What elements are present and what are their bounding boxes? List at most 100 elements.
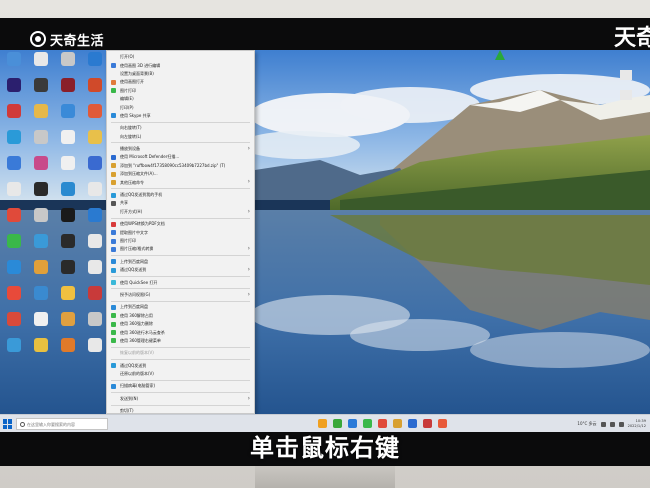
desktop-icon[interactable] — [27, 312, 54, 338]
context-menu-item[interactable]: 打印(P) — [107, 103, 254, 111]
desktop-icon[interactable] — [54, 104, 81, 130]
context-menu-item[interactable]: 打开方式(H) › — [107, 208, 254, 216]
context-menu-item[interactable]: 使用画图打开 — [107, 78, 254, 86]
desktop-icon[interactable] — [0, 286, 27, 312]
desktop-icon[interactable] — [0, 312, 27, 338]
taskbar-app-icon[interactable] — [408, 419, 417, 428]
context-menu-item[interactable]: 通过QQ发送到我的手机 — [107, 191, 254, 199]
weather-text[interactable]: 10°C 多云 — [577, 421, 596, 427]
context-menu-item[interactable]: 使用 360管理右键菜单 — [107, 337, 254, 345]
desktop-icon[interactable] — [81, 338, 108, 364]
taskbar-app-icon[interactable] — [318, 419, 327, 428]
context-menu-item[interactable]: 设置为桌面背景(B) — [107, 70, 254, 78]
taskbar-app-icon[interactable] — [423, 419, 432, 428]
desktop-icon[interactable] — [27, 234, 54, 260]
context-menu-item[interactable]: 通过QQ发送到 › — [107, 266, 254, 274]
context-menu-item[interactable]: 添加到压缩文件(A)... — [107, 170, 254, 178]
context-menu-item[interactable]: 编辑(E) — [107, 95, 254, 103]
brand-logo: 天奇生活 — [30, 29, 104, 49]
taskbar-app-icon[interactable] — [348, 419, 357, 428]
desktop-icon[interactable] — [27, 208, 54, 234]
desktop-icon[interactable] — [81, 260, 108, 286]
desktop-icon[interactable] — [81, 104, 108, 130]
desktop-icon[interactable] — [0, 338, 27, 364]
desktop-icon[interactable] — [0, 234, 27, 260]
context-menu-item[interactable]: 使用画图 3D 进行编辑 — [107, 61, 254, 69]
taskbar-app-icon[interactable] — [363, 419, 372, 428]
context-menu-item[interactable]: 图片压缩/格式转换 › — [107, 245, 254, 253]
desktop-icon[interactable] — [81, 312, 108, 338]
desktop-icon[interactable] — [81, 182, 108, 208]
context-menu-item[interactable]: 使用 Microsoft Defender扫描... — [107, 153, 254, 161]
taskbar-app-icon[interactable] — [378, 419, 387, 428]
desktop-icon[interactable] — [54, 286, 81, 312]
input-method-icon[interactable] — [618, 421, 624, 427]
desktop-icon[interactable] — [81, 234, 108, 260]
desktop-icon[interactable] — [27, 104, 54, 130]
context-menu-item[interactable]: 使用WPS转换为PDF文档 — [107, 220, 254, 228]
context-menu-item[interactable]: 提取图片中文字 — [107, 228, 254, 236]
context-menu-item[interactable]: 发送到(N) › — [107, 395, 254, 403]
context-menu-item[interactable]: 播放到设备 › — [107, 145, 254, 153]
desktop-icon[interactable] — [0, 78, 27, 104]
context-menu-item[interactable]: 共享 — [107, 199, 254, 207]
desktop-icon[interactable] — [27, 78, 54, 104]
desktop-icon[interactable] — [0, 52, 27, 78]
taskbar-app-icon[interactable] — [333, 419, 342, 428]
context-menu-item[interactable]: 通过QQ发送到 — [107, 362, 254, 370]
context-menu-item[interactable]: 上传到百度网盘 — [107, 258, 254, 266]
context-menu-item[interactable]: 上传到百度网盘 — [107, 303, 254, 311]
volume-icon[interactable] — [609, 421, 615, 427]
desktop-icon[interactable] — [54, 156, 81, 182]
taskbar-app-icon[interactable] — [438, 419, 447, 428]
desktop-icon[interactable] — [81, 78, 108, 104]
context-menu-item[interactable]: 使用 360强力删除 — [107, 320, 254, 328]
desktop-icon[interactable] — [54, 182, 81, 208]
desktop-icon[interactable] — [54, 260, 81, 286]
desktop-icon[interactable] — [54, 130, 81, 156]
desktop-icon[interactable] — [81, 52, 108, 78]
context-menu-item[interactable]: 其他压缩命令 › — [107, 178, 254, 186]
desktop-icon[interactable] — [0, 182, 27, 208]
desktop-icon[interactable] — [81, 286, 108, 312]
network-icon[interactable] — [600, 421, 606, 427]
context-menu-item[interactable]: 向左旋转(L) — [107, 133, 254, 141]
context-menu-item[interactable]: 添加到 "ruffbow4f17358090cc53409b7227bd.zip… — [107, 162, 254, 170]
context-menu-item[interactable]: 图片打印 — [107, 87, 254, 95]
context-menu-item[interactable]: 使用 Skype 共享 — [107, 112, 254, 120]
desktop-icon[interactable] — [0, 156, 27, 182]
context-menu-item[interactable]: 还原以前的版本(V) — [107, 370, 254, 378]
desktop-icon[interactable] — [27, 286, 54, 312]
context-menu-item[interactable]: 使用 360进行木马云查杀 — [107, 328, 254, 336]
app-icon — [87, 182, 102, 196]
desktop-icon[interactable] — [27, 156, 54, 182]
desktop-icon[interactable] — [54, 234, 81, 260]
taskbar-app-icon[interactable] — [393, 419, 402, 428]
desktop-icon[interactable] — [54, 78, 81, 104]
desktop-icon[interactable] — [81, 208, 108, 234]
search-input[interactable] — [27, 421, 107, 427]
context-menu-item[interactable]: 扫描病毒(电脑管家) — [107, 382, 254, 390]
context-menu-item[interactable]: 图片打印 — [107, 237, 254, 245]
desktop-icon[interactable] — [0, 130, 27, 156]
desktop-icon[interactable] — [54, 52, 81, 78]
desktop-icon[interactable] — [81, 156, 108, 182]
desktop-icon[interactable] — [27, 52, 54, 78]
desktop-icon[interactable] — [0, 208, 27, 234]
context-menu-item[interactable]: 向右旋转(T) — [107, 124, 254, 132]
context-menu-item[interactable]: 打开(O) — [107, 53, 254, 61]
menu-item-label: 发送到(N) — [120, 395, 139, 401]
desktop-icon[interactable] — [27, 338, 54, 364]
desktop-icon[interactable] — [0, 260, 27, 286]
desktop-icon[interactable] — [27, 182, 54, 208]
desktop-icon[interactable] — [27, 260, 54, 286]
context-menu-item[interactable]: 使用 QuickSee 打开 — [107, 278, 254, 286]
context-menu-item[interactable]: 授予访问权限(G) › — [107, 291, 254, 299]
desktop-icon[interactable] — [27, 130, 54, 156]
desktop-icon[interactable] — [54, 312, 81, 338]
desktop-icon[interactable] — [81, 130, 108, 156]
desktop-icon[interactable] — [54, 208, 81, 234]
desktop-icon[interactable] — [54, 338, 81, 364]
desktop-icon[interactable] — [0, 104, 27, 130]
context-menu-item[interactable]: 使用 360解除占用 — [107, 312, 254, 320]
